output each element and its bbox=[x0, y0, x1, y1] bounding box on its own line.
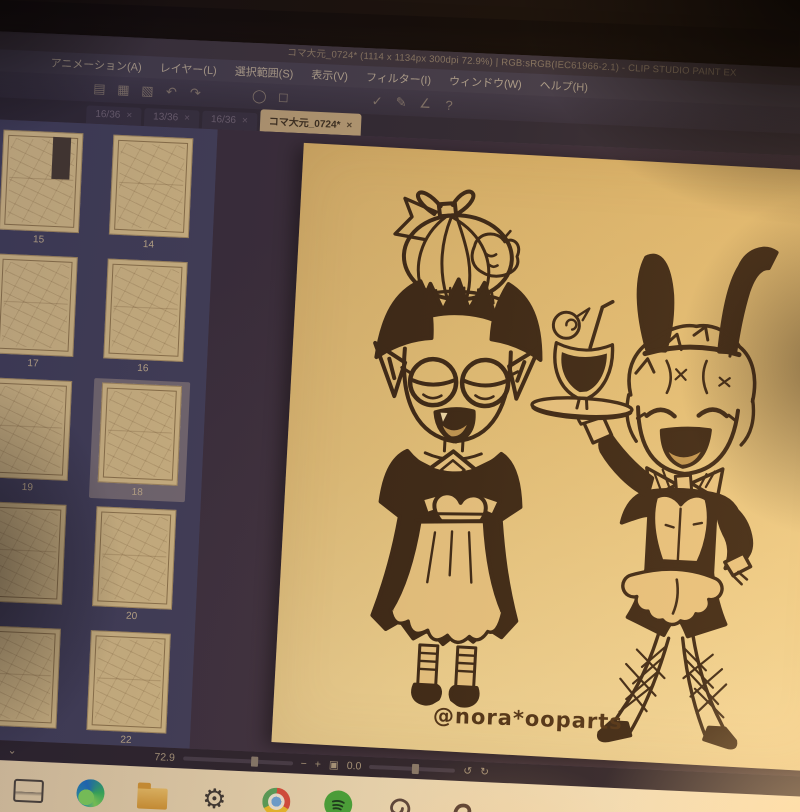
close-tab-icon[interactable]: × bbox=[346, 120, 352, 131]
zoom-slider[interactable] bbox=[182, 756, 293, 767]
menu-layer[interactable]: レイヤー(L) bbox=[159, 60, 217, 79]
page-thumbnail-grid: 15 14 17 16 19 18 20 22 bbox=[0, 125, 217, 748]
export-icon[interactable]: ▧ bbox=[135, 83, 160, 100]
page-thumbnail-cell[interactable]: 22 bbox=[78, 626, 179, 749]
file-explorer-icon[interactable] bbox=[136, 780, 168, 811]
page-thumbnail-cell-selected[interactable]: 18 bbox=[88, 377, 191, 503]
menu-selection[interactable]: 選択範囲(S) bbox=[234, 63, 293, 82]
app-curl-icon[interactable] bbox=[446, 794, 477, 812]
page-number: 16 bbox=[137, 362, 149, 375]
clip-studio-window: コマ大元_0724* (1114 x 1134px 300dpi 72.9%) … bbox=[0, 30, 800, 812]
settings-icon[interactable]: ⚙ bbox=[199, 783, 230, 812]
ruler-icon[interactable]: ∠ bbox=[413, 95, 438, 112]
chibi-maid-and-bunny-artwork: @nora*ooparts bbox=[370, 189, 779, 750]
page-thumbnail-cell[interactable]: 19 bbox=[0, 373, 80, 497]
page-thumbnail-cell[interactable]: 20 bbox=[83, 502, 184, 626]
rotate-left-icon[interactable]: ↺ bbox=[463, 765, 472, 777]
chrome-icon[interactable] bbox=[261, 786, 292, 812]
rotation-slider-knob[interactable] bbox=[412, 763, 420, 775]
photo-of-monitor: コマ大元_0724* (1114 x 1134px 300dpi 72.9%) … bbox=[0, 0, 800, 812]
edge-icon[interactable] bbox=[75, 778, 106, 809]
page-manager-panel: 15 14 17 16 19 18 20 22 bbox=[0, 117, 218, 749]
workspace: 15 14 17 16 19 18 20 22 @nora*ooparts bbox=[0, 117, 800, 779]
page-number: 19 bbox=[21, 481, 34, 494]
menu-view[interactable]: 表示(V) bbox=[311, 67, 348, 85]
spotify-icon[interactable] bbox=[323, 789, 354, 812]
page-thumbnail-cell[interactable] bbox=[0, 497, 75, 621]
bunny-character bbox=[530, 246, 779, 750]
page-number: 17 bbox=[27, 357, 39, 370]
menu-window[interactable]: ウィンドウ(W) bbox=[449, 73, 522, 92]
close-tab-icon[interactable]: × bbox=[184, 113, 190, 124]
menu-help[interactable]: ヘルプ(H) bbox=[539, 77, 588, 95]
page-thumbnail-cell[interactable]: 17 bbox=[0, 249, 86, 373]
rotate-right-icon[interactable]: ↻ bbox=[480, 766, 489, 778]
rotation-degrees: 0.0 bbox=[346, 759, 362, 773]
close-tab-icon[interactable]: × bbox=[126, 110, 132, 121]
touch-keyboard-icon[interactable] bbox=[13, 775, 45, 806]
page-number: 14 bbox=[142, 239, 155, 251]
drawing-canvas[interactable]: @nora*ooparts bbox=[271, 142, 800, 773]
open-file-icon[interactable]: ▦ bbox=[111, 81, 136, 98]
zoom-slider-knob[interactable] bbox=[250, 756, 259, 767]
undo-icon[interactable]: ↶ bbox=[159, 84, 184, 101]
selection-border-icon[interactable]: ◻ bbox=[271, 89, 296, 106]
page-thumbnail-cell[interactable] bbox=[0, 621, 69, 745]
panel-collapse-chevron-icon[interactable]: ⌄ bbox=[7, 744, 16, 756]
snap-check-icon[interactable]: ✓ bbox=[365, 93, 390, 110]
help-icon[interactable]: ? bbox=[437, 97, 462, 113]
menu-animation[interactable]: アニメーション(A) bbox=[50, 55, 142, 75]
save-icon[interactable]: ▤ bbox=[87, 80, 112, 97]
maid-character bbox=[370, 189, 543, 708]
page-thumbnail-cell[interactable]: 14 bbox=[100, 130, 201, 254]
zoom-in-icon[interactable]: + bbox=[315, 758, 322, 770]
zoom-out-icon[interactable]: − bbox=[300, 758, 307, 770]
zoom-percentage: 72.9 bbox=[154, 751, 176, 765]
rotation-slider[interactable] bbox=[369, 763, 456, 775]
page-thumbnail-cell[interactable]: 15 bbox=[0, 125, 92, 249]
pen-icon[interactable]: ✎ bbox=[389, 94, 414, 111]
canvas-view[interactable]: @nora*ooparts bbox=[189, 129, 800, 779]
close-tab-icon[interactable]: × bbox=[242, 115, 248, 126]
fit-to-screen-icon[interactable]: ▣ bbox=[329, 759, 339, 771]
page-number: 18 bbox=[131, 486, 143, 499]
menu-filter[interactable]: フィルター(I) bbox=[366, 69, 432, 88]
artist-signature: @nora*ooparts bbox=[433, 703, 624, 734]
clip-studio-shell-icon[interactable] bbox=[385, 792, 416, 812]
page-number: 15 bbox=[32, 234, 45, 246]
deselect-icon[interactable]: ◯ bbox=[247, 88, 272, 105]
redo-icon[interactable]: ↷ bbox=[183, 85, 208, 102]
page-number: 20 bbox=[125, 610, 138, 623]
page-thumbnail-cell[interactable]: 16 bbox=[95, 254, 196, 378]
